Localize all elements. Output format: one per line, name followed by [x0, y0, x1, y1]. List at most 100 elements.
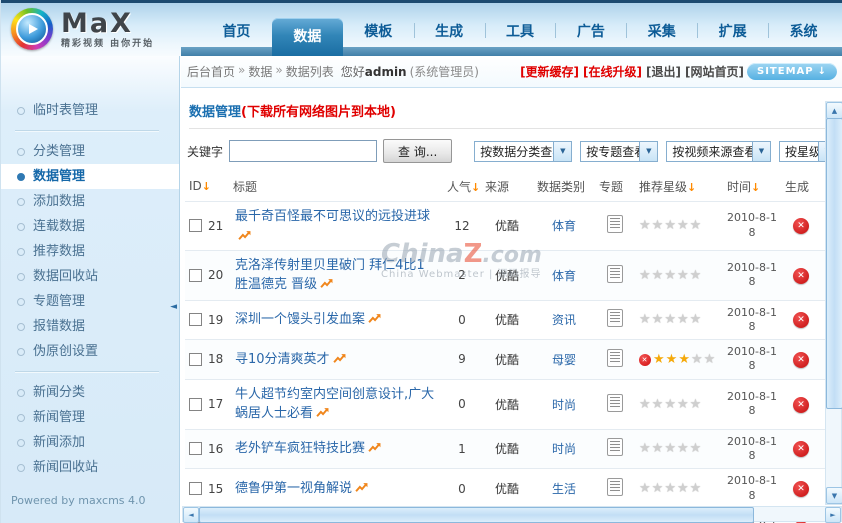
star-icon[interactable]: ★ — [678, 352, 691, 367]
header-action-link[interactable]: [网站首页] — [685, 63, 744, 80]
row-title-link[interactable]: 德鲁伊第一视角解说 — [235, 481, 352, 496]
scroll-up-icon[interactable] — [826, 102, 842, 119]
keyword-input[interactable] — [229, 140, 378, 162]
star-icon[interactable]: ★ — [677, 397, 690, 412]
sort-arrow-icon[interactable] — [471, 181, 480, 194]
row-category-link[interactable]: 资讯 — [552, 313, 576, 327]
star-icon[interactable]: ★ — [639, 481, 652, 496]
horizontal-scrollbar[interactable] — [182, 506, 842, 523]
nav-tab[interactable]: 模板 — [343, 16, 414, 47]
nav-tab[interactable]: 扩展 — [697, 16, 768, 47]
breadcrumb-link[interactable]: 数据列表 — [286, 63, 334, 80]
star-icon[interactable]: ★ — [664, 441, 677, 456]
star-icon[interactable]: ★ — [664, 312, 677, 327]
topic-doc-icon[interactable] — [607, 309, 623, 328]
star-icon[interactable]: ★ — [653, 352, 666, 367]
filter-dropdown[interactable]: 按专题查看 — [580, 140, 659, 162]
nav-tab[interactable]: 数据 — [271, 18, 343, 56]
row-title-link[interactable]: 老外铲车疯狂特技比赛 — [235, 441, 365, 456]
sitemap-button[interactable]: SITEMAP — [747, 63, 837, 80]
delete-icon[interactable] — [793, 312, 809, 329]
topic-doc-icon[interactable] — [607, 478, 623, 497]
star-icon[interactable]: ★ — [677, 312, 690, 327]
sidebar-item[interactable]: 新闻回收站 — [1, 455, 179, 480]
row-category-link[interactable]: 生活 — [552, 482, 576, 496]
topic-doc-icon[interactable] — [607, 264, 623, 283]
star-icon[interactable]: ★ — [690, 268, 703, 283]
star-icon[interactable]: ★ — [652, 397, 665, 412]
sidebar-item[interactable]: 数据管理 — [1, 164, 179, 189]
row-category-link[interactable]: 时尚 — [552, 442, 576, 456]
sidebar-collapse-icon[interactable]: ◄ — [170, 302, 177, 312]
header-action-link[interactable]: [在线升级] — [583, 63, 642, 80]
sort-arrow-icon[interactable] — [687, 181, 696, 194]
horizontal-scroll-thumb[interactable] — [199, 507, 754, 523]
sort-arrow-icon[interactable] — [202, 180, 211, 193]
star-icon[interactable]: ★ — [690, 397, 703, 412]
row-checkbox[interactable] — [189, 268, 202, 282]
header-action-link[interactable]: [更新缓存] — [520, 63, 579, 80]
star-icon[interactable]: ★ — [639, 268, 652, 283]
nav-tab[interactable]: 采集 — [626, 16, 697, 47]
topic-doc-icon[interactable] — [607, 215, 623, 234]
star-icon[interactable]: ★ — [691, 352, 704, 367]
star-icon[interactable]: ★ — [677, 481, 690, 496]
column-header[interactable]: 数据类别 — [533, 178, 595, 195]
sidebar-item[interactable]: 伪原创设置 — [1, 339, 179, 364]
delete-icon[interactable] — [793, 396, 809, 413]
column-header[interactable]: 时间 — [723, 178, 781, 195]
star-icon[interactable]: ★ — [690, 218, 703, 233]
filter-dropdown[interactable]: 按视频来源查看 — [666, 140, 771, 162]
sidebar-item[interactable]: 连载数据 — [1, 214, 179, 239]
topic-doc-icon[interactable] — [607, 393, 623, 412]
topic-doc-icon[interactable] — [607, 438, 623, 457]
vertical-scroll-thumb[interactable] — [826, 118, 842, 410]
star-icon[interactable]: ★ — [639, 218, 652, 233]
filter-dropdown[interactable]: 按数据分类查看 — [474, 140, 573, 162]
star-icon[interactable]: ★ — [677, 441, 690, 456]
topic-doc-icon[interactable] — [607, 348, 623, 367]
row-checkbox[interactable] — [189, 397, 202, 411]
row-checkbox[interactable] — [189, 482, 202, 496]
delete-icon[interactable] — [793, 267, 809, 284]
row-title-link[interactable]: 最千奇百怪最不可思议的远投进球 — [235, 209, 430, 224]
nav-tab[interactable]: 工具 — [484, 16, 556, 47]
star-icon[interactable]: ★ — [677, 268, 690, 283]
search-button[interactable]: 查 询... — [383, 139, 453, 163]
scroll-right-icon[interactable] — [825, 507, 841, 523]
star-icon[interactable]: ★ — [652, 218, 665, 233]
row-title-link[interactable]: 牛人超节约室内空间创意设计,广大蜗居人士必看 — [235, 387, 434, 422]
delete-icon[interactable] — [793, 441, 809, 458]
row-category-link[interactable]: 体育 — [552, 269, 576, 283]
star-icon[interactable]: ★ — [704, 352, 717, 367]
row-category-link[interactable]: 时尚 — [552, 398, 576, 412]
clear-rating-icon[interactable]: ✕ — [639, 353, 651, 366]
column-header[interactable]: 推荐星级 — [635, 178, 723, 195]
star-icon[interactable]: ★ — [690, 481, 703, 496]
star-icon[interactable]: ★ — [664, 481, 677, 496]
star-icon[interactable]: ★ — [677, 218, 690, 233]
header-action-link[interactable]: [退出] — [646, 63, 681, 80]
column-header[interactable]: 人气 — [443, 178, 481, 195]
delete-icon[interactable] — [793, 351, 809, 368]
star-icon[interactable]: ★ — [639, 397, 652, 412]
star-icon[interactable]: ★ — [664, 397, 677, 412]
row-checkbox[interactable] — [189, 313, 202, 327]
sidebar-item[interactable]: 推荐数据 — [1, 239, 179, 264]
nav-tab[interactable]: 系统 — [768, 16, 839, 47]
star-icon[interactable]: ★ — [664, 268, 677, 283]
sidebar-item[interactable]: 报错数据 — [1, 314, 179, 339]
star-icon[interactable]: ★ — [639, 441, 652, 456]
star-icon[interactable]: ★ — [652, 481, 665, 496]
star-icon[interactable]: ★ — [664, 218, 677, 233]
nav-tab[interactable]: 生成 — [413, 16, 485, 47]
column-header[interactable]: 生成 — [781, 178, 821, 195]
row-checkbox[interactable] — [189, 219, 202, 233]
breadcrumb-link[interactable]: 数据 — [248, 63, 272, 80]
star-icon[interactable]: ★ — [639, 312, 652, 327]
row-checkbox[interactable] — [189, 442, 202, 456]
sidebar-item[interactable]: 数据回收站 — [1, 264, 179, 289]
row-category-link[interactable]: 母婴 — [552, 353, 576, 367]
row-title-link[interactable]: 寻10分清爽英才 — [235, 352, 330, 367]
column-header[interactable]: ID — [185, 179, 229, 193]
